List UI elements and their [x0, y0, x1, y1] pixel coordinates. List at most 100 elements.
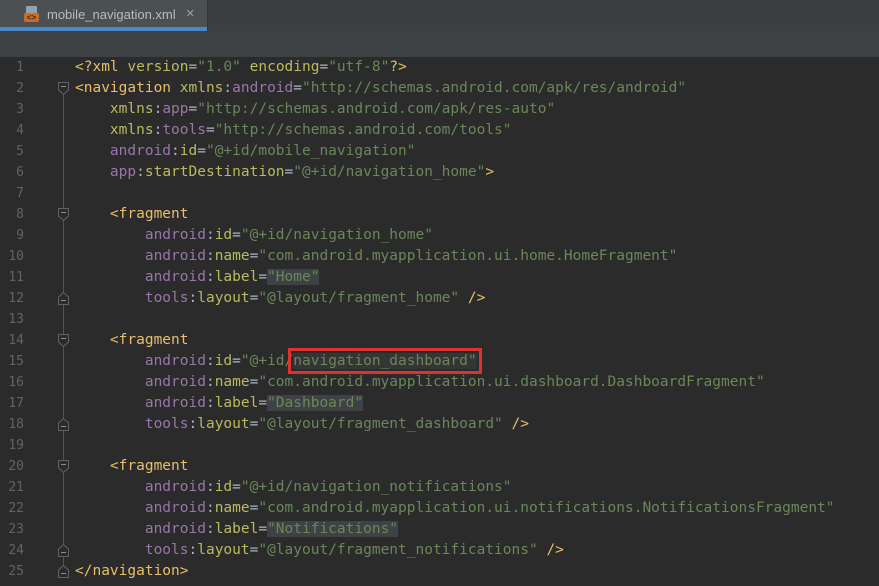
line-number: 13	[8, 312, 24, 327]
line-number: 14	[8, 333, 24, 348]
code-line[interactable]: 14 <fragment	[0, 330, 879, 351]
line-number: 18	[8, 417, 24, 432]
code-text: <fragment	[109, 206, 189, 222]
string-resource-value: "Home"	[267, 269, 320, 285]
code-line[interactable]: 20 <fragment	[0, 456, 879, 477]
code-text: tools:layout="@layout/fragment_notificat…	[144, 542, 564, 558]
line-number: 17	[8, 396, 24, 411]
gutter-fold-cell	[24, 78, 75, 99]
gutter-fold-cell	[24, 540, 75, 561]
line-number: 16	[8, 375, 24, 390]
code-text: android:name="com.android.myapplication.…	[144, 500, 835, 516]
code-text: android:name="com.android.myapplication.…	[144, 374, 765, 390]
fold-start-icon[interactable]	[57, 81, 70, 96]
code-text: <fragment	[109, 458, 189, 474]
gutter-fold-cell	[24, 456, 75, 477]
code-line[interactable]: 1 <?xml version="1.0" encoding="utf-8"?>	[0, 57, 879, 78]
code-text: android:label="Notifications"	[144, 521, 399, 537]
code-line[interactable]: 12 tools:layout="@layout/fragment_home" …	[0, 288, 879, 309]
gutter-fold-cell	[24, 372, 75, 393]
gutter-fold-cell	[24, 225, 75, 246]
gutter-fold-cell	[24, 183, 75, 204]
code-text: tools:layout="@layout/fragment_dashboard…	[144, 416, 529, 432]
fold-start-icon[interactable]	[57, 333, 70, 348]
gutter-fold-cell	[24, 351, 75, 372]
fold-end-icon[interactable]	[57, 291, 70, 306]
gutter-fold-cell	[24, 57, 75, 78]
line-number: 19	[8, 438, 24, 453]
line-number: 7	[16, 186, 24, 201]
toolbar-strip	[0, 31, 879, 57]
line-number: 12	[8, 291, 24, 306]
code-line[interactable]: 19	[0, 435, 879, 456]
line-number: 23	[8, 522, 24, 537]
code-text: android:id="@+id/mobile_navigation"	[109, 143, 416, 159]
gutter-fold-cell	[24, 267, 75, 288]
code-text: xmlns:tools="http://schemas.android.com/…	[109, 122, 512, 138]
code-text: android:label="Home"	[144, 269, 320, 285]
fold-end-icon[interactable]	[57, 417, 70, 432]
code-text: <navigation xmlns:android="http://schema…	[75, 80, 687, 96]
line-number: 20	[8, 459, 24, 474]
xml-file-icon: <>	[24, 6, 40, 22]
gutter-fold-cell	[24, 120, 75, 141]
code-text: </navigation>	[75, 563, 189, 579]
line-number: 21	[8, 480, 24, 495]
gutter-fold-cell	[24, 162, 75, 183]
line-number: 9	[16, 228, 24, 243]
code-line[interactable]: 8 <fragment	[0, 204, 879, 225]
code-line[interactable]: 18 tools:layout="@layout/fragment_dashbo…	[0, 414, 879, 435]
code-line[interactable]: 13	[0, 309, 879, 330]
code-line[interactable]: 16 android:name="com.android.myapplicati…	[0, 372, 879, 393]
code-line[interactable]: 22 android:name="com.android.myapplicati…	[0, 498, 879, 519]
code-line[interactable]: 11 android:label="Home"	[0, 267, 879, 288]
gutter-fold-cell	[24, 519, 75, 540]
code-text: <?xml version="1.0" encoding="utf-8"?>	[75, 59, 407, 75]
code-text: android:id="@+id/navigation_notification…	[144, 479, 512, 495]
code-line[interactable]: 17 android:label="Dashboard"	[0, 393, 879, 414]
gutter-fold-cell	[24, 330, 75, 351]
line-number: 6	[16, 165, 24, 180]
gutter-fold-cell	[24, 414, 75, 435]
code-line[interactable]: 24 tools:layout="@layout/fragment_notifi…	[0, 540, 879, 561]
line-number: 2	[16, 81, 24, 96]
gutter-fold-cell	[24, 561, 75, 582]
code-line[interactable]: 5 android:id="@+id/mobile_navigation"	[0, 141, 879, 162]
code-line[interactable]: 21 android:id="@+id/navigation_notificat…	[0, 477, 879, 498]
fold-start-icon[interactable]	[57, 459, 70, 474]
code-text: android:id="@+id/navigation_home"	[144, 227, 433, 243]
code-line[interactable]: 9 android:id="@+id/navigation_home"	[0, 225, 879, 246]
gutter-fold-cell	[24, 393, 75, 414]
editor-tab-bar: <> mobile_navigation.xml ✕	[0, 0, 879, 31]
gutter-fold-cell	[24, 498, 75, 519]
code-line[interactable]: 2 <navigation xmlns:android="http://schem…	[0, 78, 879, 99]
close-icon[interactable]: ✕	[186, 8, 195, 20]
string-resource-value: "Dashboard"	[267, 395, 364, 411]
gutter-fold-cell	[24, 435, 75, 456]
code-line[interactable]: 4 xmlns:tools="http://schemas.android.co…	[0, 120, 879, 141]
gutter-fold-cell	[24, 204, 75, 225]
code-text: android:label="Dashboard"	[144, 395, 364, 411]
line-number: 10	[8, 249, 24, 264]
code-text: <fragment	[109, 332, 189, 348]
gutter-fold-cell	[24, 141, 75, 162]
fold-end-icon[interactable]	[57, 543, 70, 558]
code-line[interactable]: 6 app:startDestination="@+id/navigation_…	[0, 162, 879, 183]
fold-end-icon[interactable]	[57, 564, 70, 579]
red-annotation-box: navigation_dashboard"	[288, 348, 482, 374]
code-line[interactable]: 10 android:name="com.android.myapplicati…	[0, 246, 879, 267]
tab-mobile-navigation-xml[interactable]: <> mobile_navigation.xml ✕	[0, 0, 208, 31]
string-resource-value: "Notifications"	[267, 521, 399, 537]
fold-start-icon[interactable]	[57, 207, 70, 222]
code-line[interactable]: 15 android:id="@+id/navigation_dashboard…	[0, 348, 879, 374]
code-line[interactable]: 3 xmlns:app="http://schemas.android.com/…	[0, 99, 879, 120]
line-number: 3	[16, 102, 24, 117]
code-line[interactable]: 25 </navigation>	[0, 561, 879, 582]
code-line[interactable]: 7	[0, 183, 879, 204]
code-line[interactable]: 23 android:label="Notifications"	[0, 519, 879, 540]
line-number: 5	[16, 144, 24, 159]
editor[interactable]: 1 <?xml version="1.0" encoding="utf-8"?> 2…	[0, 57, 879, 586]
